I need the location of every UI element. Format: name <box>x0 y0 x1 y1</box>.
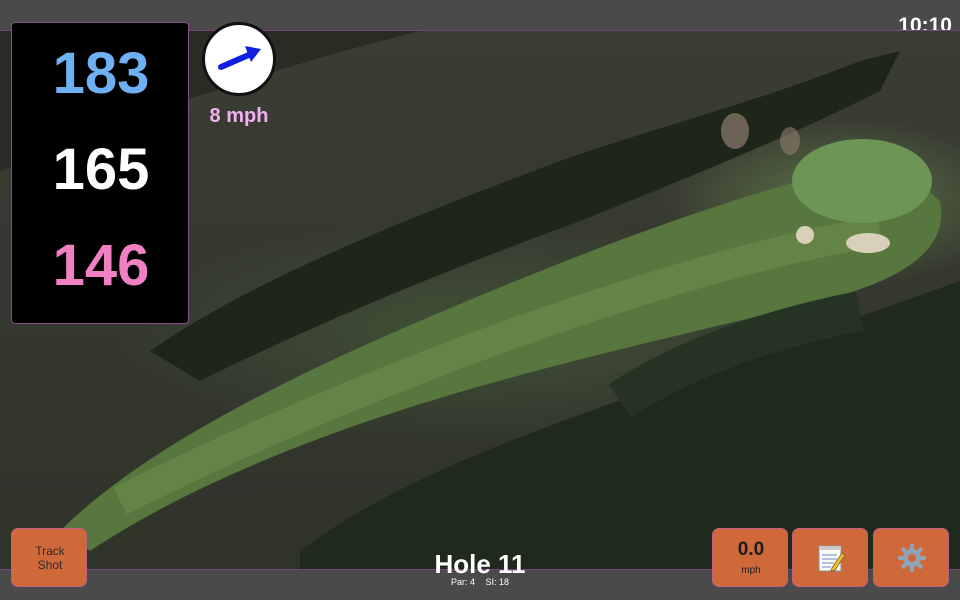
speed-button[interactable]: 0.0 mph <box>712 528 788 587</box>
hole-meta: Par: 4 SI: 18 <box>380 577 580 588</box>
distance-panel: 183 165 146 <box>11 22 189 324</box>
middle-distance: 165 <box>52 137 150 202</box>
speed-value: 0.0 <box>737 539 765 560</box>
gear-icon <box>898 544 926 572</box>
hole-title: Hole 11 <box>434 549 526 579</box>
track-shot-button[interactable]: Track Shot <box>11 528 87 587</box>
hole-stroke-index: SI: 18 <box>485 577 510 587</box>
arrow-up-right-icon <box>218 46 261 70</box>
settings-button[interactable] <box>873 528 949 587</box>
wind-direction-dial <box>202 22 276 96</box>
track-shot-label: Track Shot <box>35 544 65 572</box>
hole-par: Par: 4 <box>450 577 475 587</box>
front-distance: 146 <box>52 233 150 298</box>
back-distance: 183 <box>52 41 150 106</box>
notes-button[interactable] <box>792 528 868 587</box>
speed-unit: mph <box>741 565 761 576</box>
wind-speed: 8 mph <box>209 105 269 127</box>
notepad-icon <box>818 545 846 572</box>
